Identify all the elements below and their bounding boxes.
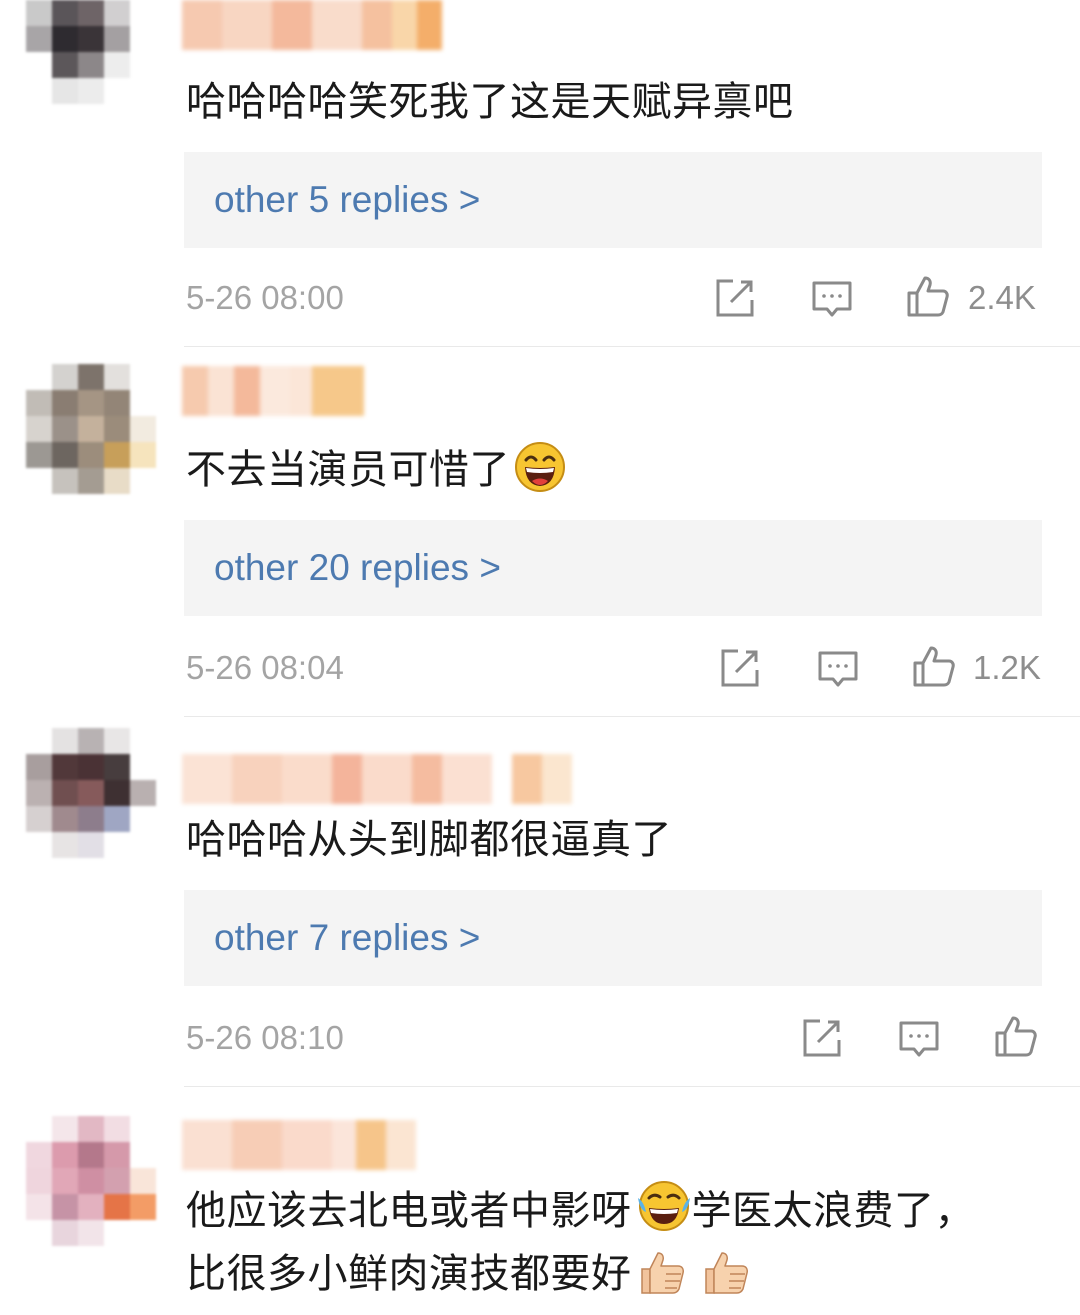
replies-link[interactable]: other 7 replies > — [214, 890, 480, 986]
grinning-laughing-emoji — [515, 442, 565, 492]
username[interactable] — [182, 754, 572, 804]
comment-item: 不去当演员可惜了 other 20 replies > 5-26 08:04 1… — [0, 348, 1080, 718]
comment-text: 哈哈哈从头到脚都很逼真了 — [186, 817, 672, 863]
avatar[interactable] — [26, 728, 156, 858]
comment-item: 他应该去北电或者中影呀 学医太浪费了， 比很多小鲜肉演技都要好 — [0, 1088, 1080, 1315]
share-icon[interactable] — [718, 646, 762, 690]
username[interactable] — [182, 366, 364, 416]
divider — [184, 716, 1080, 717]
divider — [184, 346, 1080, 347]
replies-link[interactable]: other 20 replies > — [214, 520, 501, 616]
crying-laughing-emoji — [637, 1181, 690, 1231]
comment-text: 哈哈哈哈笑死我了这是天赋异禀吧 — [186, 79, 794, 125]
like-count: 2.4K — [968, 279, 1036, 316]
thumbs-up-emoji — [704, 1252, 748, 1294]
comment-icon[interactable] — [810, 278, 854, 322]
avatar[interactable] — [26, 364, 156, 494]
comment-text-content-cont: 学医太浪费了， — [691, 1188, 975, 1234]
comment-text-content: 不去当演员可惜了 — [186, 447, 510, 493]
divider — [184, 1086, 1080, 1087]
comment-text-content: 他应该去北电或者中影呀 — [186, 1188, 632, 1234]
timestamp: 5-26 08:04 — [186, 649, 344, 686]
share-icon[interactable] — [800, 1016, 844, 1060]
comment-item: 哈哈哈从头到脚都很逼真了 other 7 replies > 5-26 08:1… — [0, 718, 1080, 1088]
like-icon[interactable] — [906, 274, 950, 318]
replies-link[interactable]: other 5 replies > — [214, 152, 480, 248]
comment-item: 哈哈哈哈笑死我了这是天赋异禀吧 other 5 replies > 5-26 0… — [0, 0, 1080, 348]
timestamp: 5-26 08:00 — [186, 279, 344, 316]
comment-icon[interactable] — [897, 1018, 941, 1062]
share-icon[interactable] — [713, 276, 757, 320]
comment-text-line2: 比很多小鲜肉演技都要好 — [186, 1242, 752, 1306]
like-icon[interactable] — [994, 1014, 1038, 1058]
username[interactable] — [182, 1120, 416, 1170]
view-replies-button[interactable]: other 20 replies > — [184, 520, 1042, 616]
comment-text-content: 比很多小鲜肉演技都要好 — [186, 1251, 632, 1297]
timestamp: 5-26 08:10 — [186, 1019, 344, 1056]
view-replies-button[interactable]: other 5 replies > — [184, 152, 1042, 248]
avatar[interactable] — [26, 0, 156, 130]
like-icon[interactable] — [912, 644, 956, 688]
comment-text: 他应该去北电或者中影呀 学医太浪费了， — [186, 1178, 975, 1243]
avatar[interactable] — [26, 1116, 156, 1246]
thumbs-up-emoji — [640, 1252, 684, 1294]
view-replies-button[interactable]: other 7 replies > — [184, 890, 1042, 986]
comment-icon[interactable] — [816, 648, 860, 692]
like-count: 1.2K — [973, 649, 1041, 686]
comment-text: 不去当演员可惜了 — [186, 438, 566, 502]
username[interactable] — [182, 0, 442, 50]
